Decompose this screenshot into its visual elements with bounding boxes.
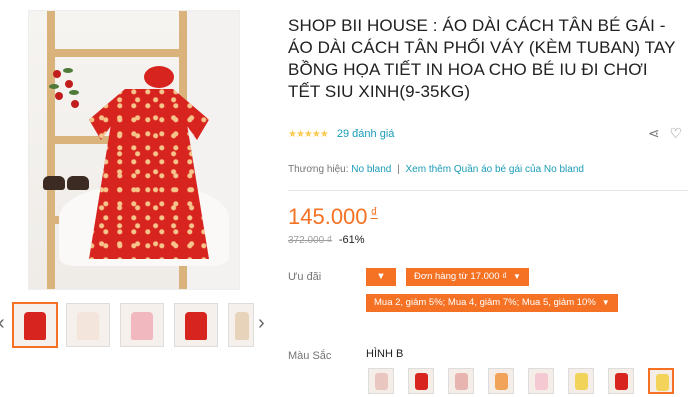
thumbnail[interactable] [228,303,254,347]
caret-down-icon: ▼ [513,272,521,281]
brand-link[interactable]: No bland [351,164,391,175]
color-swatch-selected[interactable] [648,368,674,394]
color-swatch[interactable] [368,368,394,394]
product-gallery: ‹ › [0,0,276,397]
caret-down-icon: ▼ [601,298,610,307]
thumbnail[interactable] [66,303,110,347]
thumbnail[interactable] [174,303,218,347]
caret-down-icon: ▼ [376,271,386,282]
thumbnail-strip: ‹ › [0,300,276,352]
brand-more-link[interactable]: Xem thêm Quần áo bé gái của No bland [406,164,584,175]
color-swatch[interactable] [488,368,514,394]
color-swatch[interactable] [408,368,434,394]
promo-bundle-button[interactable]: Mua 2, giảm 5%; Mua 4, giảm 7%; Mua 5, g… [366,294,618,312]
old-price: 372.000 ₫ [288,235,333,246]
share-icon[interactable]: ⋖ [648,125,660,141]
chevron-right-icon[interactable]: › [258,312,265,335]
thumbnail[interactable] [120,303,164,347]
color-swatch[interactable] [608,368,634,394]
color-swatch[interactable] [448,368,474,394]
brand-separator: | [397,164,400,175]
rating-count-link[interactable]: 29 đánh giá [337,128,395,140]
rating-stars: ★★★★★ [288,129,329,140]
promo-voucher-button[interactable]: Đơn hàng từ 17.000 ₫ ▼ [406,268,529,286]
color-swatch[interactable] [528,368,554,394]
promo-bundle-label: Mua 2, giảm 5%; Mua 4, giảm 7%; Mua 5, g… [374,297,596,308]
old-price-row: 372.000 ₫ -61% [288,234,365,246]
main-product-image[interactable] [28,10,240,290]
price-value: 145.000 [288,204,368,229]
promo-dropdown-button[interactable]: ▼ [366,268,396,286]
chevron-left-icon[interactable]: ‹ [0,312,5,335]
brand-row: Thương hiệu: No bland | Xem thêm Quần áo… [288,164,584,175]
share-actions: ⋖ ♡ [642,125,682,142]
price-currency: ₫ [370,204,378,220]
selected-color: HÌNH B [366,348,404,360]
shoe-left [43,176,65,190]
product-title: SHOP BII HOUSE : ÁO DÀI CÁCH TÂN BÉ GÁI … [288,16,676,101]
headband-bow [144,66,174,88]
discount-percent: -61% [338,234,365,246]
ladder-step [47,49,187,57]
shoe-right [67,176,89,190]
thumbnail[interactable] [12,302,58,348]
current-price: 145.000 ₫ [288,204,378,230]
promo-voucher-label: Đơn hàng từ 17.000 ₫ [414,271,507,282]
brand-label: Thương hiệu: [288,164,349,175]
rating-row: ★★★★★ 29 đánh giá ⋖ ♡ [288,125,684,144]
promotions-label: Ưu đãi [288,271,322,283]
heart-icon[interactable]: ♡ [669,125,682,141]
color-swatch[interactable] [568,368,594,394]
color-label: Màu Sắc [288,350,332,362]
red-floral-dress [89,89,209,259]
decorative-berries [49,66,85,126]
divider [288,190,688,191]
